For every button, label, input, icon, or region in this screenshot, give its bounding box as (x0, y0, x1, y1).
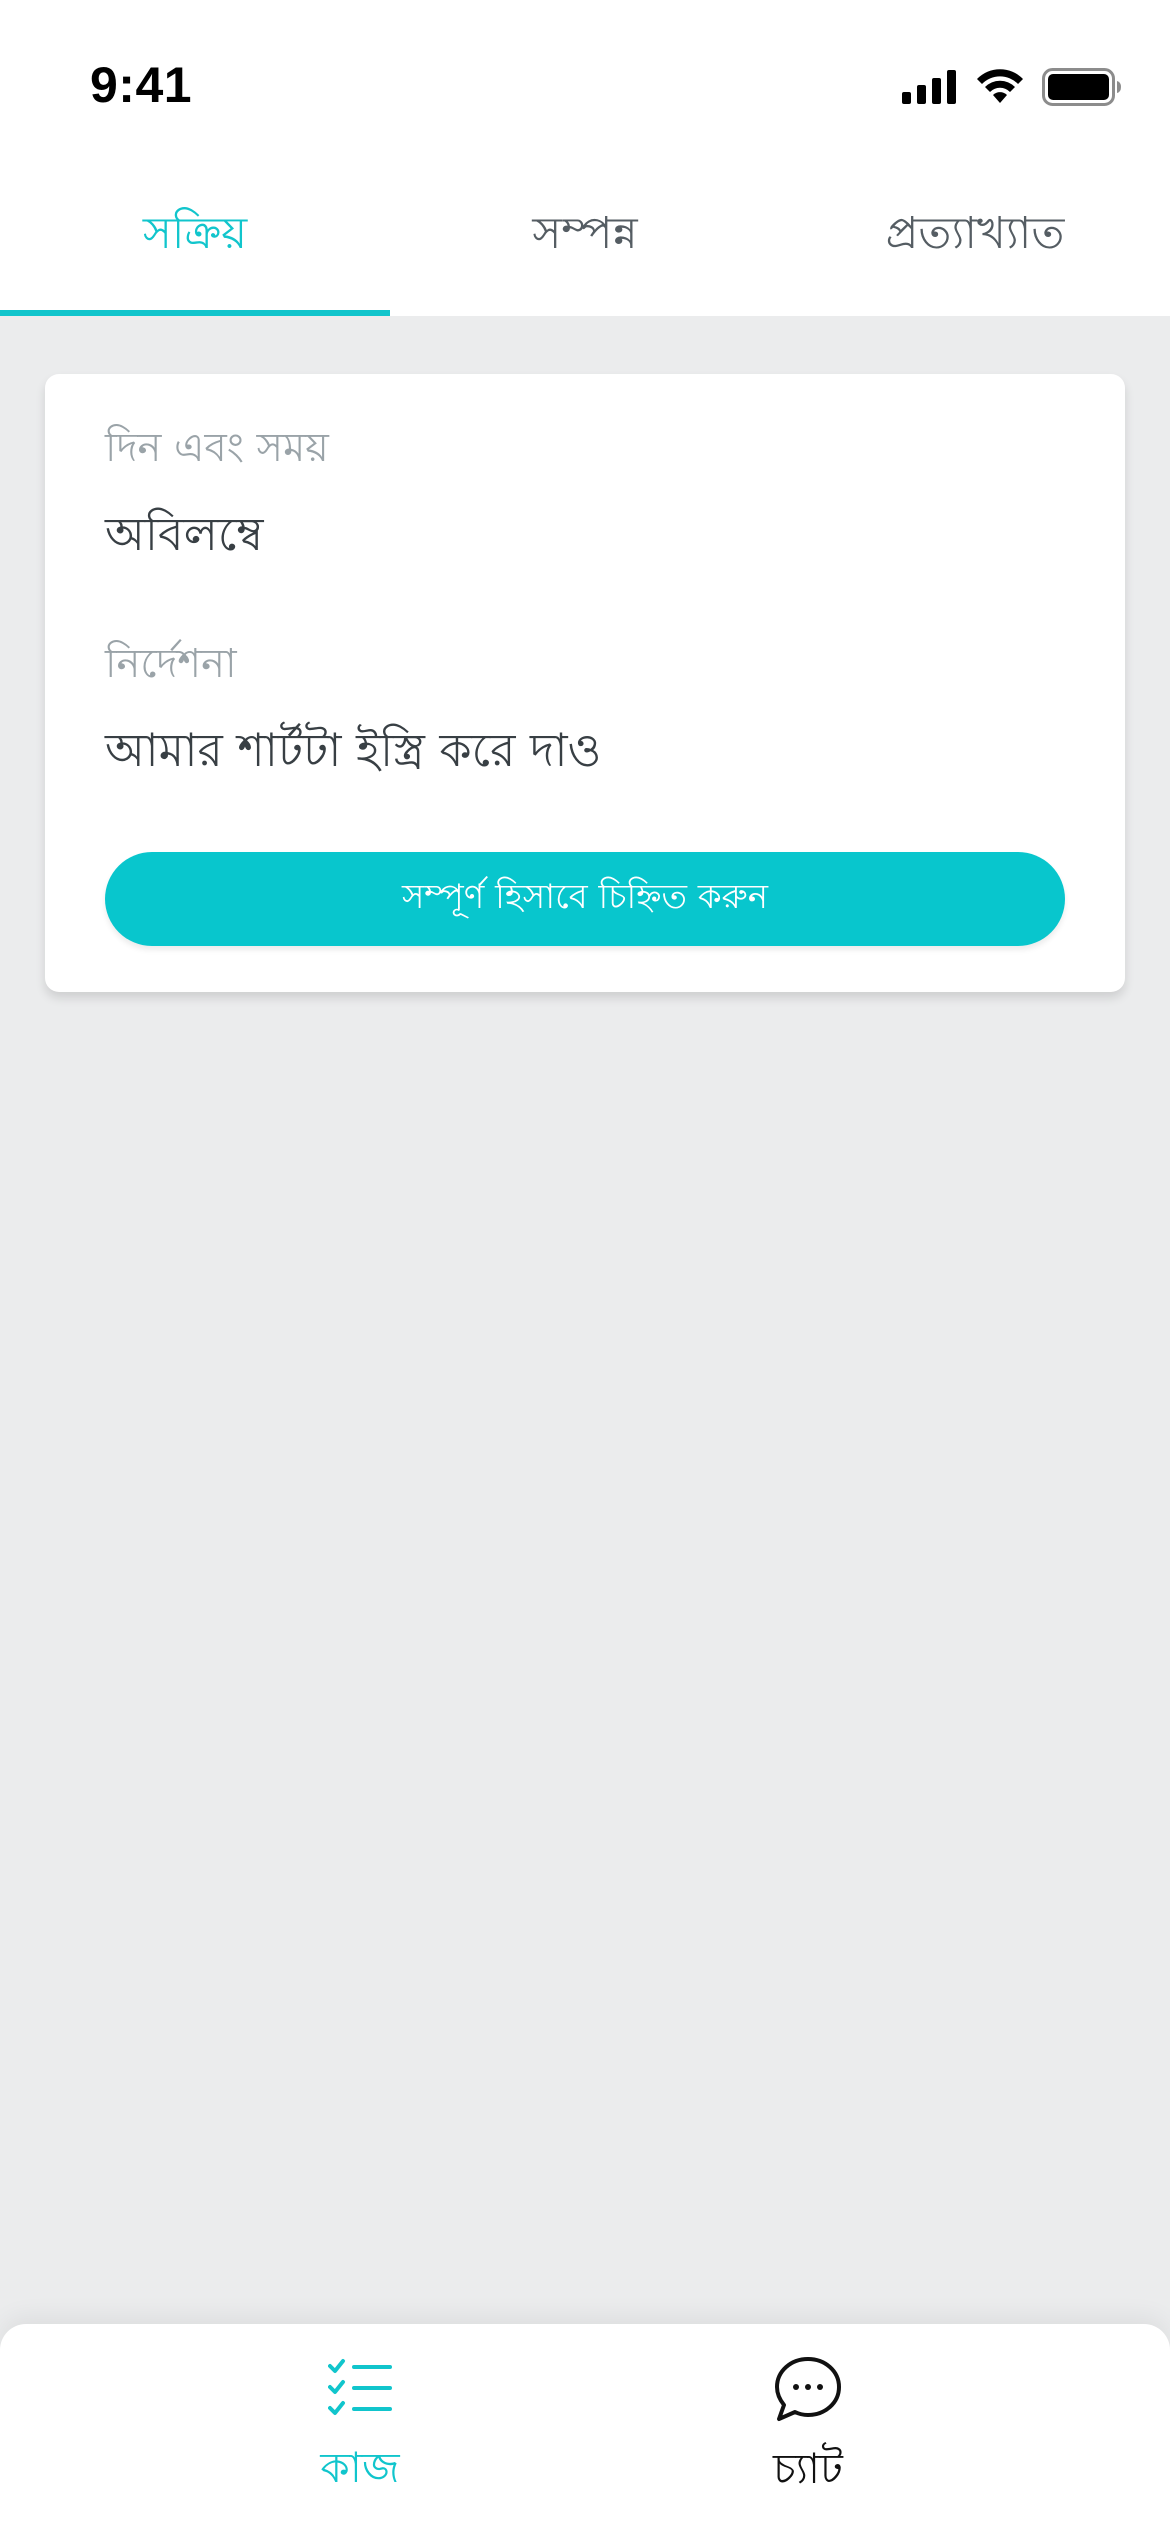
status-icons (902, 62, 1122, 112)
tab-label: সক্রিয় (142, 207, 248, 259)
tab-label: সম্পন্ন (532, 207, 638, 259)
wifi-icon (976, 69, 1024, 105)
datetime-label: দিন এবং সময় (105, 425, 329, 471)
nav-label-tasks: কাজ (320, 2443, 400, 2492)
tab-active[interactable]: সক্রিয় (0, 170, 390, 316)
instruction-label: নির্দেশনা (105, 641, 237, 687)
nav-item-tasks[interactable]: কাজ (230, 2356, 490, 2506)
checklist-icon (328, 2356, 392, 2421)
mark-complete-button[interactable]: সম্পূর্ণ হিসাবে চিহ্নিত করুন (105, 852, 1065, 946)
datetime-value: অবিলম্বে (105, 507, 264, 561)
chat-bubble-icon (774, 2356, 842, 2422)
nav-item-chat[interactable]: চ্যাট (678, 2356, 938, 2506)
tab-label: প্রত্যাখ্যাত (885, 207, 1065, 259)
nav-label-chat: চ্যাট (773, 2444, 843, 2493)
instruction-value: আমার শার্টটা ইস্ত্রি করে দাও (105, 723, 602, 777)
tab-completed[interactable]: সম্পন্ন (390, 170, 780, 316)
tab-bar: সক্রিয় সম্পন্ন প্রত্যাখ্যাত (0, 170, 1170, 316)
task-card: দিন এবং সময় অবিলম্বে নির্দেশনা আমার শার… (45, 374, 1125, 992)
battery-icon (1042, 68, 1122, 106)
tab-rejected[interactable]: প্রত্যাখ্যাত (780, 170, 1170, 316)
cellular-signal-icon (902, 70, 958, 104)
status-bar: 9:41 (0, 0, 1170, 170)
active-tab-indicator (0, 310, 390, 316)
bottom-nav: কাজ চ্যাট (0, 2324, 1170, 2532)
status-time: 9:41 (90, 57, 193, 113)
